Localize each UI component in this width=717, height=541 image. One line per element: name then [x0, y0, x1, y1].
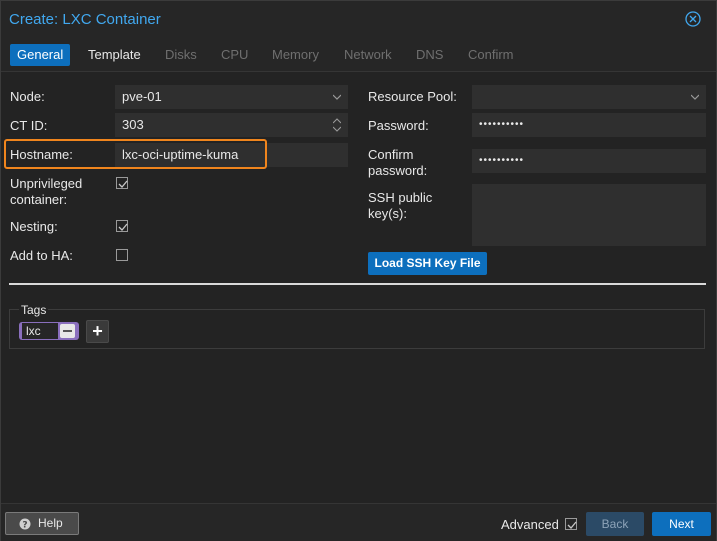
password-label: Password:: [368, 118, 429, 133]
checkmark-icon: [567, 521, 577, 529]
ctid-value: 303: [122, 117, 144, 132]
hostname-highlight: [4, 139, 267, 169]
back-button[interactable]: Back: [586, 512, 644, 536]
create-lxc-dialog: Create: LXC Container General Template D…: [0, 0, 717, 541]
tag-chip[interactable]: lxc: [19, 322, 79, 340]
tag-text[interactable]: lxc: [22, 323, 58, 339]
tags-fieldset: [9, 309, 705, 349]
nesting-label: Nesting:: [10, 219, 58, 234]
tab-general[interactable]: General: [10, 44, 71, 66]
ssh-key-label: SSH public key(s):: [368, 190, 433, 221]
checkmark-icon: [118, 223, 128, 231]
ssh-key-textarea[interactable]: [472, 184, 706, 246]
next-button[interactable]: Next: [652, 512, 711, 536]
svg-text:?: ?: [22, 520, 27, 530]
advanced-checkbox[interactable]: [565, 518, 577, 530]
add-tag-button[interactable]: +: [86, 320, 109, 343]
pool-select[interactable]: [472, 85, 706, 109]
checkmark-icon: [118, 180, 128, 188]
tab-confirm[interactable]: Confirm: [461, 44, 521, 66]
spinner-arrows-icon[interactable]: [333, 117, 341, 133]
password-value: ••••••••••: [479, 119, 525, 130]
ctid-label: CT ID:: [10, 118, 48, 133]
chevron-down-icon: [691, 94, 699, 100]
help-label: Help: [38, 516, 63, 530]
load-ssh-key-button[interactable]: Load SSH Key File: [368, 252, 487, 275]
tab-dns[interactable]: DNS: [409, 44, 450, 66]
tab-network[interactable]: Network: [337, 44, 399, 66]
ctid-spinner[interactable]: 303: [115, 113, 348, 137]
close-icon[interactable]: [685, 11, 701, 27]
tab-memory[interactable]: Memory: [265, 44, 326, 66]
unprivileged-label: Unprivileged container:: [10, 176, 83, 207]
tab-disks[interactable]: Disks: [158, 44, 204, 66]
tags-label: Tags: [19, 303, 49, 317]
node-label: Node:: [10, 89, 45, 104]
node-select[interactable]: pve-01: [115, 85, 348, 109]
divider: [9, 283, 706, 285]
ha-label: Add to HA:: [10, 248, 73, 263]
node-value: pve-01: [122, 89, 162, 104]
remove-tag-icon[interactable]: [60, 324, 75, 338]
pool-label: Resource Pool:: [368, 89, 457, 104]
confirm-password-value: ••••••••••: [479, 155, 525, 166]
tab-bar: General Template Disks CPU Memory Networ…: [1, 37, 716, 71]
tab-template[interactable]: Template: [81, 44, 148, 66]
ha-checkbox[interactable]: [116, 249, 128, 261]
title-bar: Create: LXC Container: [1, 1, 716, 37]
confirm-password-label: Confirm password:: [368, 147, 428, 178]
password-input[interactable]: ••••••••••: [472, 113, 706, 137]
tab-cpu[interactable]: CPU: [214, 44, 255, 66]
help-button[interactable]: ? Help: [5, 512, 79, 535]
advanced-toggle[interactable]: Advanced: [501, 517, 559, 532]
chevron-down-icon: [333, 94, 341, 100]
advanced-label: Advanced: [501, 517, 559, 532]
dialog-title: Create: LXC Container: [9, 11, 161, 28]
unprivileged-checkbox[interactable]: [116, 177, 128, 189]
dialog-footer: ? Help Advanced Back Next: [1, 503, 716, 541]
confirm-password-input[interactable]: ••••••••••: [472, 149, 706, 173]
nesting-checkbox[interactable]: [116, 220, 128, 232]
help-icon: ?: [19, 518, 31, 530]
